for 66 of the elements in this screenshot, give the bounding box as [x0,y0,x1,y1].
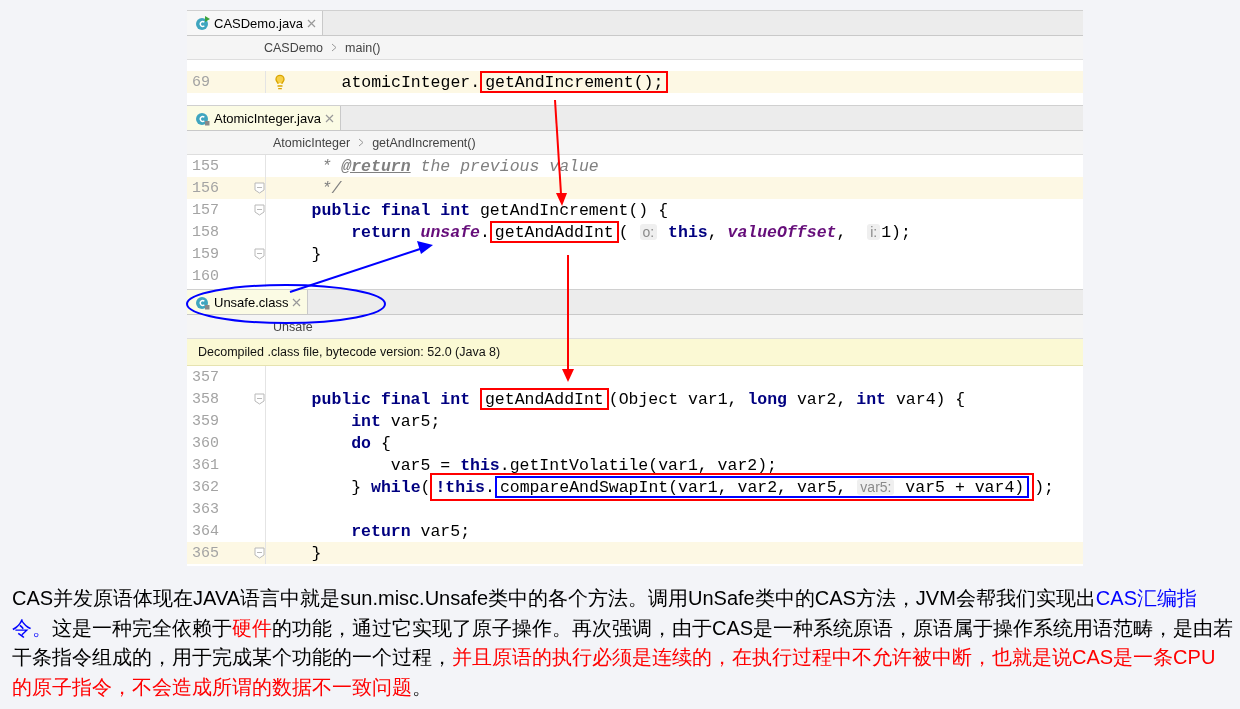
info-banner: Decompiled .class file, bytecode version: 52.0 (Java 8) [187,339,1083,366]
code-text: } [310,543,322,563]
chevron-icon [358,138,365,147]
code-text: (Object var1, long var2, int var4) { [608,389,966,409]
fold-marker-icon[interactable] [254,248,265,260]
breadcrumb-item[interactable]: Unsafe [273,319,313,334]
parameter-hint: i: [867,224,881,240]
breadcrumb-item[interactable]: getAndIncrement() [372,135,476,150]
code-text: 1); [881,222,911,242]
class-file-icon [195,15,210,31]
close-icon[interactable] [306,18,316,28]
code-text: ); [1034,477,1054,497]
code-text: getAndAddInt [494,222,614,242]
line-number: 362 [192,478,219,496]
code-text: */ [320,178,342,198]
line-number: 69 [192,73,210,91]
code-text: public final int [310,389,472,409]
file-tab[interactable]: Unsafe.class [187,290,309,314]
code-text: !this. [435,477,495,497]
file-tab[interactable]: AtomicInteger.java [187,106,341,130]
line-number: 159 [192,245,219,263]
line-number: 158 [192,223,219,241]
code-text: return unsafe. [350,222,490,242]
line-number: 359 [192,412,219,430]
fold-marker-icon[interactable] [254,182,265,194]
code-text: getAndIncrement(); [485,72,664,92]
line-number: 363 [192,500,219,518]
file-tab[interactable]: CASDemo.java [187,11,323,35]
line-number: 358 [192,390,219,408]
fold-marker-icon[interactable] [254,547,265,559]
breadcrumb-item[interactable]: main() [345,40,381,55]
line-number: 361 [192,456,219,474]
code-text: var5 + var4) [904,477,1025,497]
paragraph: CAS并发原语体现在JAVA语言中就是sun.misc.Unsafe类中的各个方法。调用UnSafe类中的CAS方法，JVM会帮我们实现出CAS汇编指令。这是一种完全依赖于硬件的功能，通过它实现了原子操作。再次强调，由于CAS是一种系统原语，原语属于操作系统用语范畴，是由若干条指令组成的，用于完成某个功能的一个过程，并且原语的执行必须是连续的，在执行过程中不允许被中断，也就是说CAS是一条CPU的原子指令，不会造成所谓的数据不一致问题。 [12,586,1234,700]
code-text: return var5; [350,521,471,541]
code-text: getAndAddInt [484,389,604,409]
class-file-icon [195,294,210,310]
line-number: 357 [192,368,219,386]
code-text: ( [618,222,630,242]
code-text: compareAndSwapInt(var1, var2, var5, [499,477,848,497]
code-text: do { [350,433,391,453]
fold-marker-icon[interactable] [254,393,265,405]
line-number: 364 [192,522,219,540]
class-file-icon [195,110,210,126]
line-number: 360 [192,434,219,452]
code-text: var5 = this.getIntVolatile(var1, var2); [389,455,777,475]
breadcrumb-item[interactable]: AtomicInteger [273,135,351,150]
parameter-hint: var5: [857,479,895,495]
breadcrumb-item[interactable]: CASDemo [264,40,324,55]
code-text: } while( [350,477,431,497]
line-number: 160 [192,267,219,285]
code-text: atomicInteger. [340,72,481,92]
fold-marker-icon[interactable] [254,204,265,216]
code-text: int var5; [350,411,441,431]
close-icon[interactable] [324,113,334,123]
line-number: 157 [192,201,219,219]
line-number: 155 [192,157,219,175]
code-text: public final int getAndIncrement() { [310,200,669,220]
code-text: this, valueOffset, [667,222,848,242]
line-number: 156 [192,179,219,197]
parameter-hint: o: [639,224,658,240]
chevron-icon [331,43,338,52]
lightbulb-icon[interactable] [272,74,288,90]
line-number: 365 [192,544,219,562]
close-icon[interactable] [292,297,302,307]
code-text: } [310,244,322,264]
